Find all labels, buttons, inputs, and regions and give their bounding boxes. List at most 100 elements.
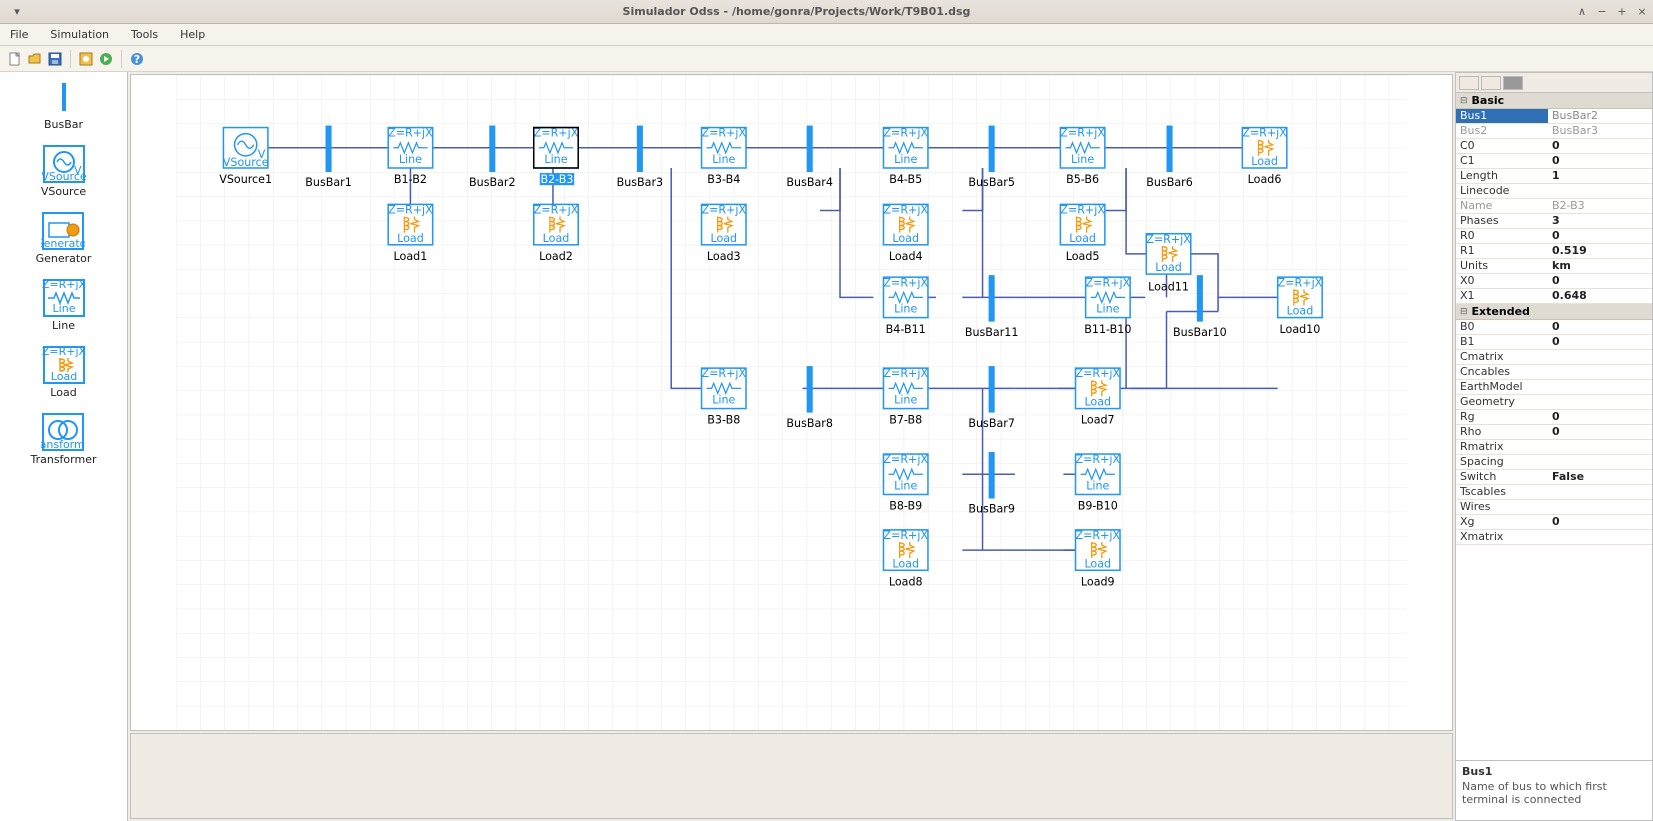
prop-spacing[interactable]: Spacing [1456,455,1652,470]
prop-bus2[interactable]: Bus2BusBar3 [1456,124,1652,139]
prop-phases[interactable]: Phases3 [1456,214,1652,229]
prop-rmatrix[interactable]: Rmatrix [1456,440,1652,455]
canvas-busbar7[interactable] [989,366,995,412]
canvas-b4-b5[interactable] [883,127,928,168]
new-file-icon[interactable] [6,50,24,68]
canvas-load10[interactable] [1278,276,1323,317]
prop-name[interactable]: NameB2-B3 [1456,199,1652,214]
canvas-busbar5[interactable] [989,126,995,172]
prop-b0[interactable]: B00 [1456,320,1652,335]
palette-vsource[interactable]: VVSource VSource [41,145,86,198]
prop-linecode[interactable]: Linecode [1456,184,1652,199]
menu-help[interactable]: Help [180,28,205,41]
prop-view-pages-icon[interactable] [1503,76,1523,90]
open-file-icon[interactable] [26,50,44,68]
canvas-busbar1[interactable] [326,126,332,172]
palette-generator[interactable]: Generator Generator [36,212,92,265]
palette-busbar-label: BusBar [44,118,83,131]
window-maximize-icon[interactable]: + [1615,5,1629,19]
canvas-b5-b6[interactable] [1060,127,1105,168]
canvas-busbar7-label: BusBar7 [968,417,1015,430]
canvas-busbar2-label: BusBar2 [469,176,516,189]
canvas-load2[interactable] [534,203,579,244]
canvas-busbar11[interactable] [989,275,995,321]
canvas-load3[interactable] [701,203,746,244]
palette-line[interactable]: Z=R+jXLine Line [42,279,86,332]
canvas-busbar3[interactable] [637,126,643,172]
canvas-load7[interactable] [1075,367,1120,408]
palette-transformer-label: Transformer [30,453,96,466]
prop-cmatrix[interactable]: Cmatrix [1456,350,1652,365]
canvas-b1-b2[interactable] [388,127,433,168]
prop-bus1[interactable]: Bus1BusBar2 [1456,109,1652,124]
canvas-busbar8[interactable] [807,366,813,412]
prop-geometry[interactable]: Geometry [1456,395,1652,410]
palette-busbar[interactable]: BusBar [42,78,86,131]
window-menu-icon[interactable]: ▾ [10,5,24,19]
property-description-text: Name of bus to which first terminal is c… [1462,780,1646,806]
canvas-b2-b3[interactable] [534,127,579,168]
section-extended[interactable]: Extended [1456,304,1652,320]
canvas-busbar2[interactable] [489,126,495,172]
canvas-load6[interactable] [1242,127,1287,168]
schematic-canvas[interactable]: Z=R+jX Line Z=R+jX Load [130,74,1453,731]
prop-b1[interactable]: B10 [1456,335,1652,350]
settings-icon[interactable] [77,50,95,68]
window-minimize-icon[interactable]: ∧ [1575,5,1589,19]
canvas-vsource1-label: VSource1 [219,173,272,186]
canvas-load5[interactable] [1060,203,1105,244]
canvas-busbar4[interactable] [807,126,813,172]
run-icon[interactable] [97,50,115,68]
canvas-load9[interactable] [1075,529,1120,570]
canvas-load11-label: Load11 [1148,280,1189,293]
prop-switch[interactable]: SwitchFalse [1456,470,1652,485]
window-close-icon[interactable]: × [1635,5,1649,19]
prop-view-alphabetical-icon[interactable] [1481,76,1501,90]
menu-tools[interactable]: Tools [131,28,158,41]
prop-tscables[interactable]: Tscables [1456,485,1652,500]
prop-rg[interactable]: Rg0 [1456,410,1652,425]
help-icon[interactable]: ? [128,50,146,68]
canvas-b4-b11-label: B4-B11 [886,323,926,336]
svg-text:Transformer: Transformer [41,438,85,451]
canvas-load8[interactable] [883,529,928,570]
canvas-b3-b8[interactable] [701,367,746,408]
window-minimize2-icon[interactable]: − [1595,5,1609,19]
prop-earthmodel[interactable]: EarthModel [1456,380,1652,395]
prop-view-categorized-icon[interactable] [1459,76,1479,90]
prop-rho[interactable]: Rho0 [1456,425,1652,440]
canvas-busbar9[interactable] [989,452,995,498]
prop-xg[interactable]: Xg0 [1456,515,1652,530]
prop-c0[interactable]: C00 [1456,139,1652,154]
canvas-b4-b11[interactable] [883,276,928,317]
save-file-icon[interactable] [46,50,64,68]
section-basic[interactable]: Basic [1456,93,1652,109]
prop-x1[interactable]: X10.648 [1456,289,1652,304]
prop-r1[interactable]: R10.519 [1456,244,1652,259]
menu-file[interactable]: File [10,28,28,41]
prop-xmatrix[interactable]: Xmatrix [1456,530,1652,545]
menu-simulation[interactable]: Simulation [50,28,109,41]
canvas-busbar6[interactable] [1167,126,1173,172]
canvas-load1[interactable] [388,203,433,244]
canvas-vsource1[interactable]: V VSource [223,128,269,169]
canvas-b3-b4[interactable] [701,127,746,168]
canvas-load4[interactable] [883,203,928,244]
palette-transformer[interactable]: Transformer Transformer [30,413,96,466]
palette-load[interactable]: Z=R+jXLoad Load [42,346,86,399]
canvas-busbar8-label: BusBar8 [786,417,833,430]
prop-units[interactable]: Unitskm [1456,259,1652,274]
canvas-busbar10[interactable] [1197,275,1203,321]
canvas-b2-b3-label: B2-B3 [540,173,573,186]
canvas-b7-b8[interactable] [883,367,928,408]
prop-c1[interactable]: C10 [1456,154,1652,169]
prop-length[interactable]: Length1 [1456,169,1652,184]
canvas-b8-b9[interactable] [883,453,928,494]
prop-r0[interactable]: R00 [1456,229,1652,244]
canvas-b9-b10[interactable] [1075,453,1120,494]
canvas-b11-b10[interactable] [1086,276,1131,317]
canvas-load11[interactable] [1146,233,1191,274]
prop-cncables[interactable]: Cncables [1456,365,1652,380]
prop-x0[interactable]: X00 [1456,274,1652,289]
prop-wires[interactable]: Wires [1456,500,1652,515]
